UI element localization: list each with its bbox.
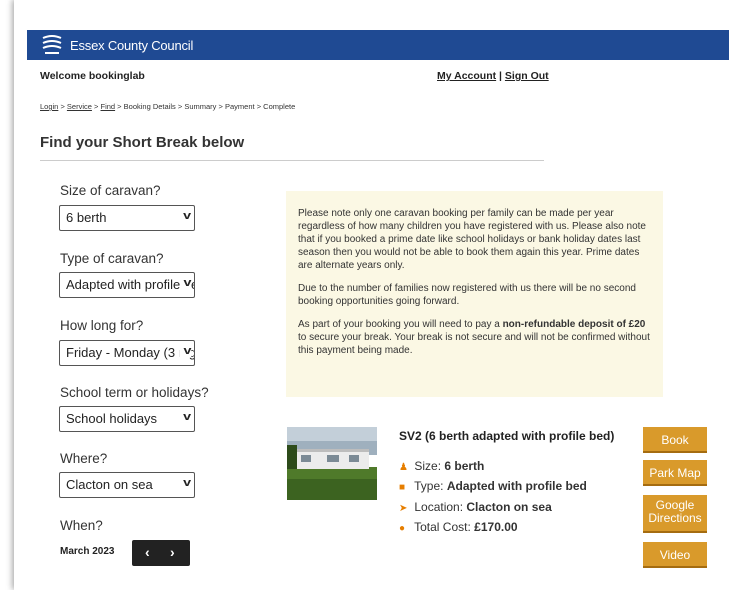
park-map-button[interactable]: Park Map [643, 460, 707, 486]
prev-month-button[interactable]: ‹ [145, 544, 150, 560]
type-key: Type: [414, 479, 444, 493]
size-key: Size: [414, 459, 442, 473]
booking-notice: Please note only one caravan booking per… [286, 191, 663, 397]
account-separator: | [499, 70, 502, 82]
caravan-icon: ■ [399, 482, 406, 493]
breadcrumb-find[interactable]: Find [101, 102, 116, 111]
type-label: Type of caravan? [60, 251, 164, 266]
directions-line-2: Directions [648, 511, 702, 525]
type-value: Adapted with profile bed [66, 277, 195, 292]
result-cost: ● Total Cost: £170.00 [399, 520, 518, 534]
size-val: 6 berth [444, 459, 485, 473]
notice-paragraph-3: As part of your booking you will need to… [298, 318, 653, 357]
cost-val: £170.00 [474, 520, 518, 534]
result-size: ♟ Size: 6 berth [399, 459, 484, 473]
google-directions-button[interactable]: Google Directions [643, 495, 707, 533]
notice-paragraph-1: Please note only one caravan booking per… [298, 208, 646, 271]
chevron-down-icon: v [182, 210, 191, 222]
month-nav: ‹ › [132, 540, 190, 566]
type-val: Adapted with profile bed [446, 479, 587, 493]
next-month-button[interactable]: › [170, 544, 175, 560]
notice-paragraph-2: Due to the number of families now regist… [298, 283, 636, 307]
breadcrumb-complete: Complete [263, 102, 296, 111]
term-value: School holidays [66, 411, 158, 426]
result-title: SV2 (6 berth adapted with profile bed) [399, 429, 615, 443]
video-button[interactable]: Video [643, 542, 707, 568]
breadcrumb: Login > Service > Find > Booking Details… [40, 102, 296, 111]
cost-key: Total Cost: [414, 520, 471, 534]
notice-text: to secure your break. Your break is not … [298, 332, 650, 356]
title-divider [40, 160, 544, 161]
deposit-text: non-refundable deposit of £20 [502, 319, 646, 330]
location-key: Location: [414, 500, 464, 514]
duration-label: How long for? [60, 318, 144, 333]
result-type: ■ Type: Adapted with profile bed [399, 479, 587, 493]
chevron-down-icon: v [182, 411, 191, 423]
result-location: ➤ Location: Clacton on sea [399, 500, 552, 514]
where-value: Clacton on sea [66, 477, 153, 492]
header-bar: Essex County Council [27, 30, 729, 60]
council-crest-icon [42, 35, 62, 54]
breadcrumb-payment: Payment [225, 102, 255, 111]
caravan-photo[interactable] [287, 427, 377, 500]
chevron-down-icon: v [182, 477, 191, 489]
notice-text: As part of your booking you will need to… [298, 319, 503, 330]
size-label: Size of caravan? [60, 183, 161, 198]
size-value: 6 berth [66, 210, 107, 225]
breadcrumb-summary: Summary [184, 102, 217, 111]
sign-out-link[interactable]: Sign Out [505, 70, 549, 82]
users-icon: ♟ [399, 462, 408, 473]
term-label: School term or holidays? [60, 385, 209, 400]
my-account-link[interactable]: My Account [437, 70, 496, 82]
chevron-down-icon: v [179, 277, 192, 289]
welcome-text: Welcome bookinglab [40, 70, 145, 82]
when-label: When? [60, 518, 103, 533]
book-button[interactable]: Book [643, 427, 707, 453]
chevron-down-icon: v [179, 345, 192, 357]
location-arrow-icon: ➤ [399, 503, 408, 514]
duration-value: Friday - Monday (3 nights) [66, 345, 194, 360]
account-links: My Account | Sign Out [437, 70, 549, 82]
coin-icon: ● [399, 523, 406, 534]
type-select[interactable]: Adapted with profile bed v [59, 272, 195, 298]
where-select[interactable]: Clacton on sea v [59, 472, 195, 498]
breadcrumb-login[interactable]: Login [40, 102, 58, 111]
breadcrumb-service[interactable]: Service [67, 102, 92, 111]
brand-name[interactable]: Essex County Council [70, 38, 193, 53]
page-title: Find your Short Break below [40, 134, 245, 151]
location-val: Clacton on sea [466, 500, 552, 514]
breadcrumb-booking-details: Booking Details [123, 102, 176, 111]
directions-line-1: Google [655, 498, 695, 512]
month-label: March 2023 [60, 546, 115, 557]
term-select[interactable]: School holidays v [59, 406, 195, 432]
size-select[interactable]: 6 berth v [59, 205, 195, 231]
duration-select[interactable]: Friday - Monday (3 nights)v [59, 340, 195, 366]
where-label: Where? [60, 451, 108, 466]
